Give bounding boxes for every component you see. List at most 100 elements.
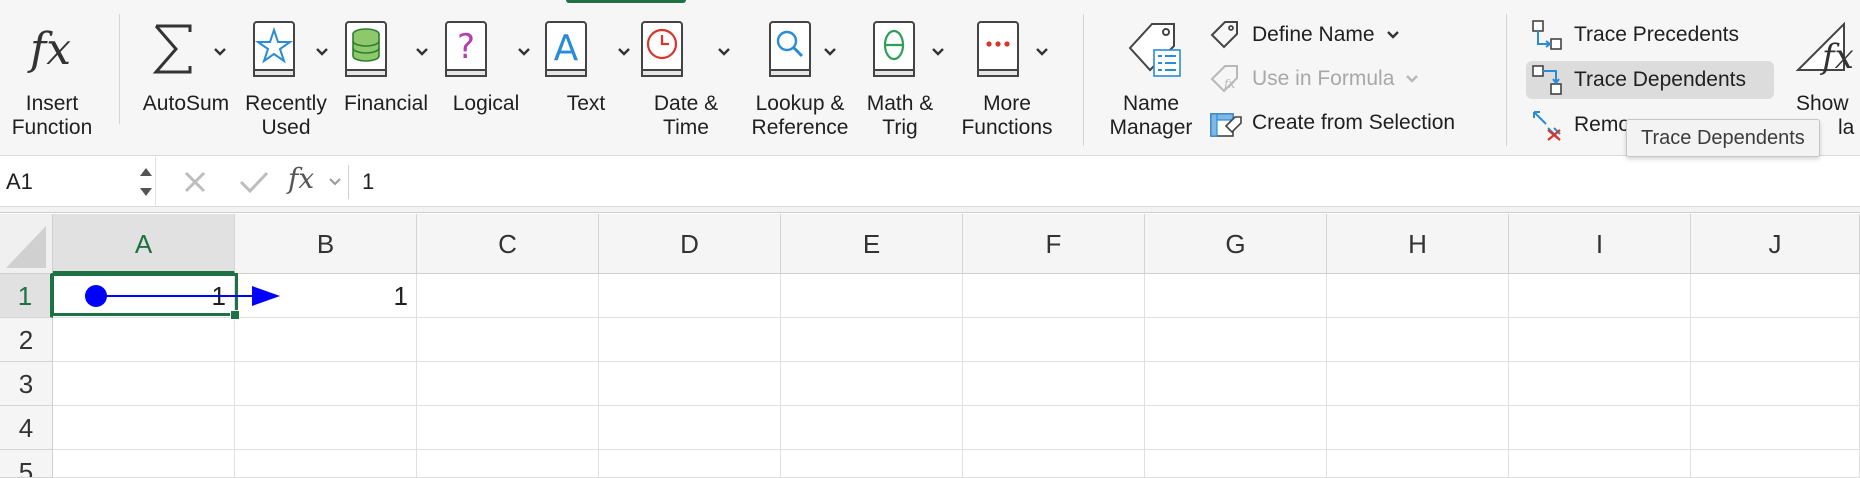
grid-cell[interactable]: [1691, 318, 1860, 362]
grid-cell[interactable]: [963, 318, 1145, 362]
row-header-1[interactable]: 1: [0, 274, 53, 318]
grid-cell[interactable]: [1327, 274, 1509, 318]
cell-a1[interactable]: 1: [53, 274, 235, 318]
grid-cell[interactable]: [1509, 406, 1691, 450]
more-functions-button[interactable]: More Functions: [952, 18, 1062, 148]
insert-function-fx-icon[interactable]: fx: [288, 162, 314, 195]
math-trig-chevron-down-icon[interactable]: [930, 46, 946, 58]
grid-cell[interactable]: [599, 406, 781, 450]
grid-cell[interactable]: [781, 450, 963, 478]
trace-precedents-button[interactable]: Trace Precedents: [1530, 16, 1747, 54]
grid-cell[interactable]: [1145, 362, 1327, 406]
grid-cell[interactable]: [1145, 450, 1327, 478]
name-manager-button[interactable]: Name Manager: [1100, 18, 1202, 148]
grid-cell[interactable]: [1691, 450, 1860, 478]
row-header-5[interactable]: 5: [0, 450, 53, 478]
grid-cell[interactable]: [963, 362, 1145, 406]
grid-cell[interactable]: [781, 406, 963, 450]
lookup-reference-button[interactable]: Lookup & Reference: [740, 18, 850, 148]
grid-cell[interactable]: [235, 450, 417, 478]
grid-cell[interactable]: [1509, 318, 1691, 362]
grid-cell[interactable]: [1509, 450, 1691, 478]
grid-cell[interactable]: [53, 362, 235, 406]
financial-chevron-down-icon[interactable]: [414, 46, 430, 58]
financial-button[interactable]: Financial: [336, 18, 436, 148]
name-box[interactable]: A1: [0, 157, 156, 207]
autosum-button[interactable]: AutoSum: [136, 18, 236, 148]
define-name-chevron-down-icon[interactable]: [1385, 29, 1401, 41]
name-box-stepper-icon[interactable]: [138, 163, 154, 201]
use-in-formula-button[interactable]: fx Use in Formula: [1208, 60, 1428, 98]
grid-cell[interactable]: [235, 406, 417, 450]
column-header-g[interactable]: G: [1145, 214, 1327, 274]
remove-arrows-button[interactable]: Remo: [1530, 106, 1638, 144]
column-header-i[interactable]: I: [1509, 214, 1691, 274]
grid-cell[interactable]: [235, 318, 417, 362]
grid-cell[interactable]: [1327, 362, 1509, 406]
column-header-j[interactable]: J: [1691, 214, 1860, 274]
grid-cell[interactable]: [963, 274, 1145, 318]
row-header-4[interactable]: 4: [0, 406, 53, 450]
grid-cell[interactable]: [1509, 362, 1691, 406]
logical-chevron-down-icon[interactable]: [516, 46, 532, 58]
use-in-formula-chevron-down-icon[interactable]: [1404, 73, 1420, 85]
column-header-e[interactable]: E: [781, 214, 963, 274]
grid-cell[interactable]: [963, 406, 1145, 450]
select-all-corner[interactable]: [0, 214, 53, 274]
trace-dependents-button[interactable]: Trace Dependents: [1526, 61, 1774, 99]
grid-cell[interactable]: [781, 274, 963, 318]
recently-used-chevron-down-icon[interactable]: [314, 46, 330, 58]
grid-cell[interactable]: [599, 362, 781, 406]
text-functions-chevron-down-icon[interactable]: [616, 46, 632, 58]
grid-cell[interactable]: [235, 362, 417, 406]
grid-cell[interactable]: [417, 406, 599, 450]
grid-cell[interactable]: [417, 274, 599, 318]
logical-button[interactable]: ? Logical: [436, 18, 536, 148]
grid-cell[interactable]: [53, 406, 235, 450]
grid-cell[interactable]: [781, 318, 963, 362]
grid-cell[interactable]: [1145, 274, 1327, 318]
create-from-selection-button[interactable]: Create from Selection: [1208, 104, 1463, 142]
text-functions-button[interactable]: A Text: [536, 18, 636, 148]
column-header-d[interactable]: D: [599, 214, 781, 274]
grid-cell[interactable]: [1691, 406, 1860, 450]
grid-cell[interactable]: [1327, 318, 1509, 362]
column-header-c[interactable]: C: [417, 214, 599, 274]
math-trig-button[interactable]: Math & Trig: [850, 18, 950, 148]
grid-cell[interactable]: [1691, 362, 1860, 406]
grid-cell[interactable]: [1327, 406, 1509, 450]
grid-cell[interactable]: [963, 450, 1145, 478]
autosum-chevron-down-icon[interactable]: [212, 46, 228, 58]
formula-input[interactable]: 1: [362, 157, 374, 207]
more-functions-chevron-down-icon[interactable]: [1034, 46, 1050, 58]
fill-handle[interactable]: [230, 310, 240, 320]
fx-chevron-down-icon[interactable]: [328, 177, 342, 187]
grid-cell[interactable]: [1327, 450, 1509, 478]
lookup-reference-chevron-down-icon[interactable]: [822, 46, 838, 58]
column-header-h[interactable]: H: [1327, 214, 1509, 274]
insert-function-button[interactable]: fx Insert Function: [0, 18, 104, 148]
grid-cell[interactable]: [1509, 274, 1691, 318]
row-header-2[interactable]: 2: [0, 318, 53, 362]
cancel-icon[interactable]: [182, 169, 208, 195]
date-time-button[interactable]: Date & Time: [636, 18, 736, 148]
grid-cell[interactable]: [1145, 318, 1327, 362]
column-header-a[interactable]: A: [53, 214, 235, 274]
grid-cell[interactable]: [417, 318, 599, 362]
grid-cell[interactable]: [417, 362, 599, 406]
grid-cell[interactable]: [417, 450, 599, 478]
row-header-3[interactable]: 3: [0, 362, 53, 406]
grid-cell[interactable]: [781, 362, 963, 406]
grid-cell[interactable]: [53, 318, 235, 362]
grid-cell[interactable]: [599, 274, 781, 318]
column-header-f[interactable]: F: [963, 214, 1145, 274]
define-name-button[interactable]: Define Name: [1208, 16, 1409, 54]
date-time-chevron-down-icon[interactable]: [716, 46, 732, 58]
grid-cell[interactable]: [53, 450, 235, 478]
grid-cell[interactable]: [599, 450, 781, 478]
cell-b1[interactable]: 1: [235, 274, 417, 318]
grid-cell[interactable]: [1145, 406, 1327, 450]
enter-check-icon[interactable]: [238, 169, 270, 195]
grid-cell[interactable]: [599, 318, 781, 362]
grid-cell[interactable]: [1691, 274, 1860, 318]
